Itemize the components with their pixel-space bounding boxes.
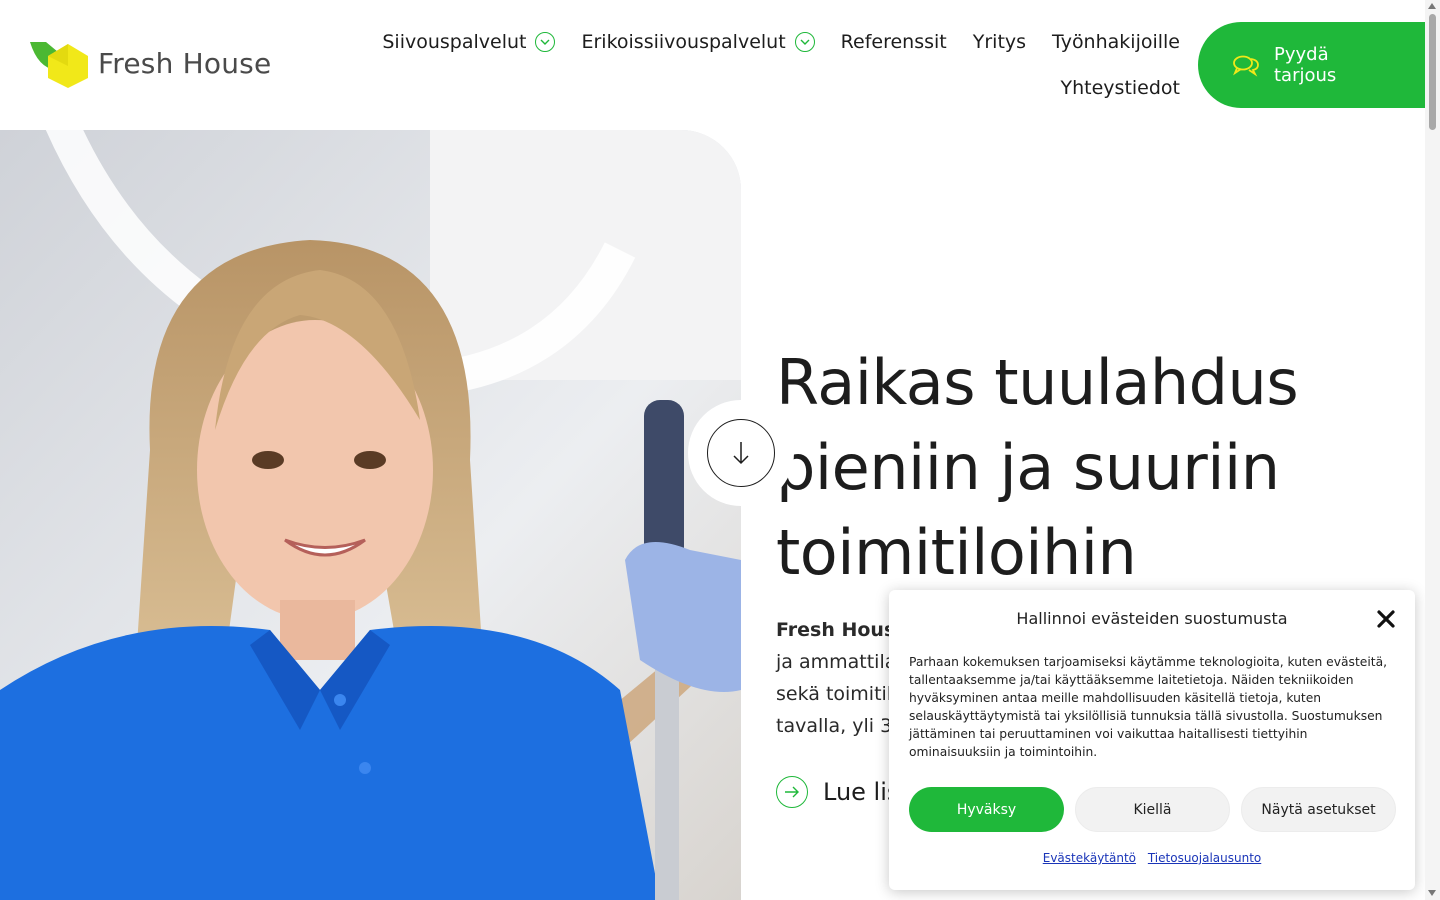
nav-item-label: Yhteystiedot xyxy=(1060,77,1180,99)
privacy-statement-link[interactable]: Tietosuojalausunto xyxy=(1148,851,1261,865)
scroll-down-button[interactable] xyxy=(688,400,794,506)
chevron-down-icon xyxy=(794,32,815,52)
request-quote-label: Pyydä tarjous xyxy=(1274,44,1337,86)
nav-item-referenssit[interactable]: Referenssit xyxy=(841,31,947,53)
read-more-link[interactable]: Lue lis xyxy=(776,776,899,808)
nav-item-label: Erikoissiivouspalvelut xyxy=(581,31,786,53)
nav-item-siivouspalvelut[interactable]: Siivouspalvelut xyxy=(382,31,556,53)
nav-item-tyonhakijoille[interactable]: Työnhakijoille xyxy=(1052,31,1180,53)
house-leaf-logo-icon xyxy=(30,42,88,88)
scroll-up-arrow-icon[interactable] xyxy=(1428,3,1436,9)
read-more-label: Lue lis xyxy=(823,778,900,806)
scroll-down-arrow-icon[interactable] xyxy=(1428,890,1436,896)
logo-link[interactable]: Fresh House xyxy=(28,38,271,88)
nav-item-label: Yritys xyxy=(972,31,1027,53)
nav-item-label: Siivouspalvelut xyxy=(382,31,527,53)
arrow-down-circle-icon xyxy=(707,419,775,487)
scrollbar-thumb[interactable] xyxy=(1429,14,1436,130)
accept-cookies-button[interactable]: Hyväksy xyxy=(909,787,1064,832)
request-quote-button[interactable]: Pyydä tarjous xyxy=(1198,22,1428,108)
nav-item-label: Referenssit xyxy=(840,31,947,53)
cookie-policy-links: Evästekäytäntö Tietosuojalausunto xyxy=(889,851,1415,865)
close-icon[interactable] xyxy=(1375,608,1397,630)
nav-item-yritys[interactable]: Yritys xyxy=(973,31,1026,53)
logo-text: Fresh House xyxy=(98,46,272,80)
cookie-dialog-title: Hallinnoi evästeiden suostumusta xyxy=(1016,609,1288,628)
chat-bubbles-icon xyxy=(1233,55,1259,77)
chevron-down-icon xyxy=(535,32,556,52)
cookie-consent-dialog: Hallinnoi evästeiden suostumusta Parhaan… xyxy=(889,590,1415,890)
hero-photo xyxy=(0,130,741,900)
arrow-right-circle-icon xyxy=(776,776,808,808)
main-nav: Siivouspalvelut Erikoissiivouspalvelut R… xyxy=(382,24,1180,106)
nav-item-label: Työnhakijoille xyxy=(1052,31,1180,53)
view-preferences-button[interactable]: Näytä asetukset xyxy=(1241,787,1396,832)
site-header: Fresh House Siivouspalvelut Erikoissiivo… xyxy=(0,0,1440,130)
page-scrollbar[interactable] xyxy=(1425,0,1440,900)
cookie-dialog-body: Parhaan kokemuksen tarjoamiseksi käytämm… xyxy=(909,655,1388,759)
nav-item-yhteystiedot[interactable]: Yhteystiedot xyxy=(1061,77,1180,99)
hero-heading: Raikas tuulahdus pieniin ja suuriin toim… xyxy=(776,346,1299,589)
nav-item-erikoissiivouspalvelut[interactable]: Erikoissiivouspalvelut xyxy=(581,31,815,53)
cookie-policy-link[interactable]: Evästekäytäntö xyxy=(1043,851,1136,865)
deny-cookies-button[interactable]: Kiellä xyxy=(1075,787,1230,832)
